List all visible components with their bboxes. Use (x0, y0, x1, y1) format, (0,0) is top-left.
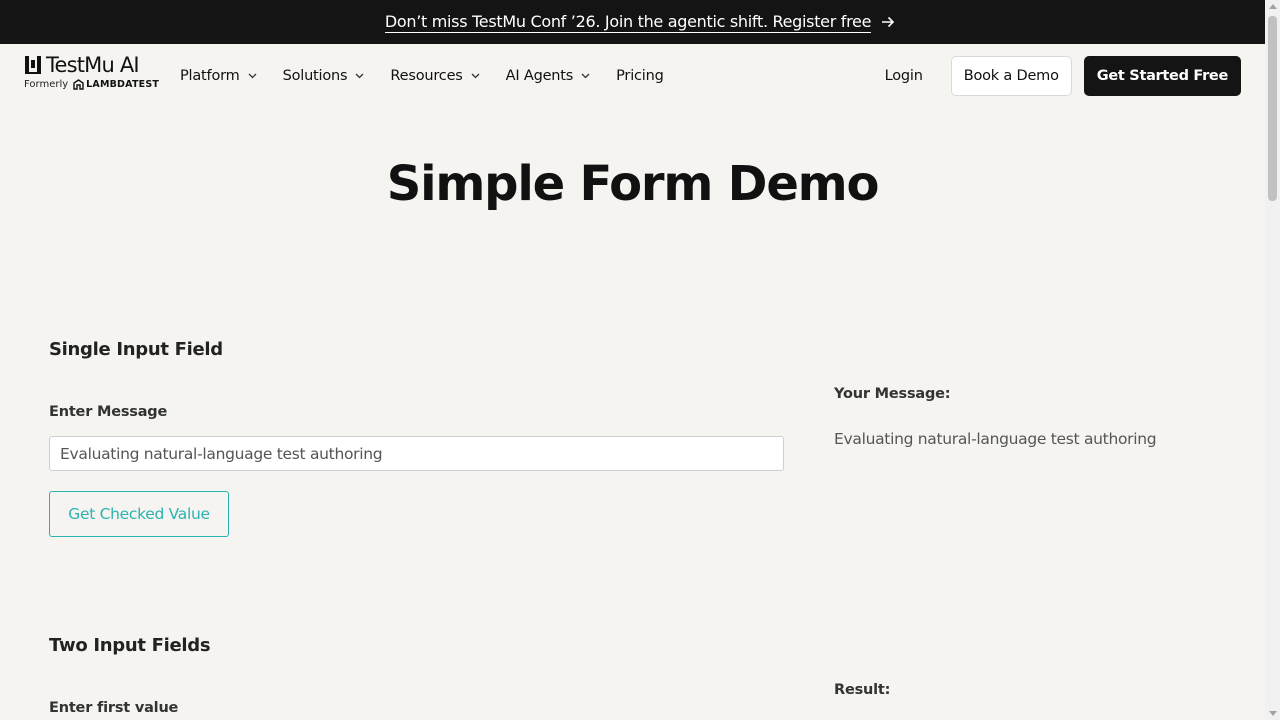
get-started-button[interactable]: Get Started Free (1083, 56, 1241, 96)
nav-item-pricing[interactable]: Pricing (616, 68, 664, 84)
get-checked-value-button[interactable]: Get Checked Value (49, 491, 229, 537)
site-logo[interactable]: TestMu AI Formerly LAMBDATEST (24, 53, 160, 98)
main-navigation: TestMu AI Formerly LAMBDATEST Platform S… (0, 44, 1265, 108)
nav-item-label: Pricing (616, 68, 664, 84)
single-input-section-title: Single Input Field (49, 339, 223, 360)
lambdatest-logo-icon (73, 79, 84, 90)
arrow-right-icon (882, 16, 895, 28)
nav-item-label: AI Agents (505, 68, 574, 84)
enter-message-label: Enter Message (49, 404, 168, 420)
nav-menu: Platform Solutions Resources AI Agents P… (180, 44, 690, 108)
two-inputs-section-title: Two Input Fields (49, 635, 211, 656)
nav-item-resources[interactable]: Resources (390, 68, 480, 84)
nav-item-platform[interactable]: Platform (180, 68, 257, 84)
logo-name: TestMu AI (46, 53, 140, 77)
result-label: Result: (834, 682, 891, 698)
first-value-label: Enter first value (49, 700, 179, 716)
page-scrollbar[interactable] (1265, 0, 1280, 720)
nav-item-label: Resources (390, 68, 463, 84)
chevron-down-icon (581, 73, 590, 79)
nav-item-label: Solutions (282, 68, 348, 84)
nav-item-solutions[interactable]: Solutions (283, 68, 365, 84)
logo-formerly-label: Formerly (24, 79, 69, 90)
message-input[interactable] (49, 436, 784, 471)
nav-actions: Login Book a Demo Get Started Free (885, 56, 1241, 96)
promo-banner-text: Don’t miss TestMu Conf ’26. Join the age… (384, 11, 872, 33)
scroll-up-icon[interactable] (1269, 4, 1277, 9)
nav-item-label: Platform (180, 68, 240, 84)
your-message-value: Evaluating natural-language test authori… (834, 430, 1157, 448)
chevron-down-icon (355, 73, 364, 79)
logo-former-brand: LAMBDATEST (86, 79, 160, 90)
promo-banner-link[interactable]: Don’t miss TestMu Conf ’26. Join the age… (384, 11, 895, 33)
book-demo-button[interactable]: Book a Demo (950, 56, 1072, 96)
chevron-down-icon (248, 73, 257, 79)
chevron-down-icon (471, 73, 480, 79)
scroll-down-icon[interactable] (1269, 711, 1277, 716)
promo-banner: Don’t miss TestMu Conf ’26. Join the age… (0, 0, 1280, 44)
nav-item-ai-agents[interactable]: AI Agents (506, 68, 590, 84)
login-link[interactable]: Login (885, 68, 923, 84)
scrollbar-thumb[interactable] (1268, 16, 1277, 201)
your-message-label: Your Message: (834, 386, 951, 402)
testmu-logo-icon (25, 56, 41, 74)
page-title: Simple Form Demo (386, 156, 880, 212)
